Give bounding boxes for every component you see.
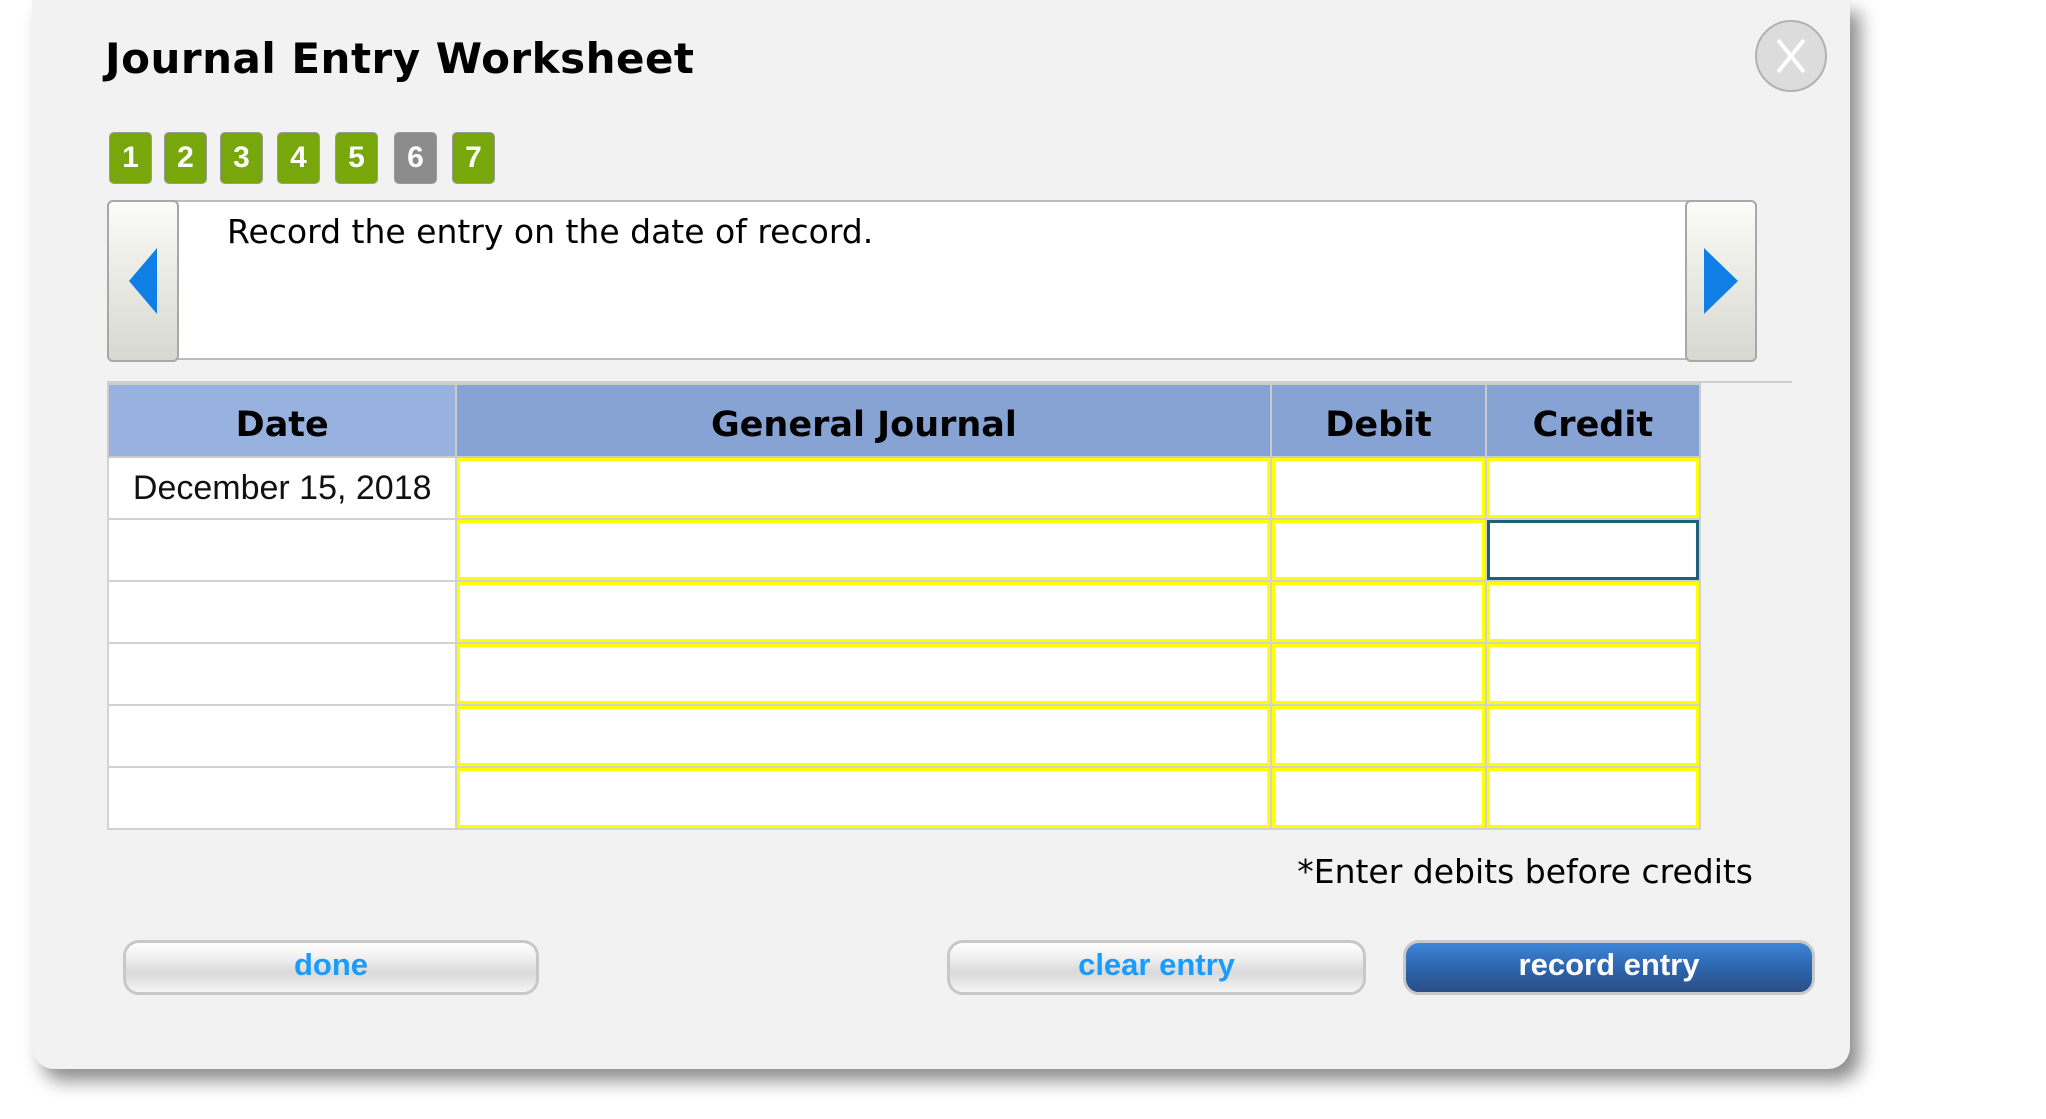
credit-input[interactable] — [1484, 766, 1702, 830]
table-row — [106, 766, 1702, 830]
credit-input[interactable] — [1484, 580, 1702, 644]
clear-entry-button[interactable]: clear entry — [947, 940, 1366, 995]
column-header-general-journal: General Journal — [455, 383, 1273, 458]
instruction-panel: Record the entry on the date of record. — [107, 200, 1757, 362]
table-row — [106, 642, 1702, 706]
table-row — [106, 518, 1702, 582]
credit-input-focused[interactable] — [1484, 518, 1702, 582]
debit-input[interactable] — [1270, 704, 1487, 768]
date-cell — [106, 518, 458, 582]
debits-before-credits-hint: *Enter debits before credits — [1297, 852, 1753, 891]
step-button-2[interactable]: 2 — [164, 132, 207, 184]
step-label: 4 — [290, 141, 307, 174]
step-label: 2 — [177, 141, 194, 174]
debit-input[interactable] — [1270, 518, 1487, 582]
account-input[interactable] — [455, 704, 1273, 768]
account-input[interactable] — [455, 766, 1273, 830]
date-cell — [106, 580, 458, 644]
step-button-4[interactable]: 4 — [277, 132, 320, 184]
previous-button[interactable] — [107, 200, 179, 362]
debit-input[interactable] — [1270, 456, 1487, 520]
column-header-credit: Credit — [1484, 383, 1702, 458]
next-button[interactable] — [1685, 200, 1757, 362]
column-header-debit: Debit — [1270, 383, 1487, 458]
table-row — [106, 580, 1702, 644]
credit-input[interactable] — [1484, 456, 1702, 520]
instruction-text: Record the entry on the date of record. — [227, 212, 874, 251]
table-header-row: Date General Journal Debit Credit — [106, 383, 1702, 458]
debit-input[interactable] — [1270, 642, 1487, 706]
step-button-1[interactable]: 1 — [109, 132, 152, 184]
date-cell — [106, 766, 458, 830]
date-cell — [106, 642, 458, 706]
step-button-7[interactable]: 7 — [452, 132, 495, 184]
debit-input[interactable] — [1270, 766, 1487, 830]
triangle-right-icon — [1704, 248, 1738, 314]
triangle-left-icon — [129, 248, 157, 314]
step-label: 1 — [122, 141, 139, 174]
step-label: 3 — [233, 141, 250, 174]
done-button[interactable]: done — [123, 940, 539, 995]
debit-input[interactable] — [1270, 580, 1487, 644]
account-input[interactable] — [455, 580, 1273, 644]
dialog-title: Journal Entry Worksheet — [105, 34, 695, 83]
account-input[interactable] — [455, 642, 1273, 706]
account-input[interactable] — [455, 456, 1273, 520]
step-button-6[interactable]: 6 — [394, 132, 437, 184]
account-input[interactable] — [455, 518, 1273, 582]
date-cell: December 15, 2018 — [106, 456, 458, 520]
journal-entry-dialog: Journal Entry Worksheet 1 2 3 4 5 6 7 Re… — [32, 0, 1850, 1069]
step-button-5[interactable]: 5 — [335, 132, 378, 184]
date-cell — [106, 704, 458, 768]
step-button-3[interactable]: 3 — [220, 132, 263, 184]
table-row — [106, 704, 1702, 768]
table-row: December 15, 2018 — [106, 456, 1702, 520]
column-header-date: Date — [106, 383, 458, 458]
credit-input[interactable] — [1484, 642, 1702, 706]
record-entry-button[interactable]: record entry — [1403, 940, 1815, 995]
step-label: 6 — [407, 141, 424, 174]
journal-table: Date General Journal Debit Credit Decemb… — [106, 383, 1702, 830]
credit-input[interactable] — [1484, 704, 1702, 768]
step-label: 7 — [465, 141, 482, 174]
close-button[interactable] — [1755, 20, 1827, 92]
step-label: 5 — [348, 141, 365, 174]
close-x-icon — [1776, 38, 1806, 74]
